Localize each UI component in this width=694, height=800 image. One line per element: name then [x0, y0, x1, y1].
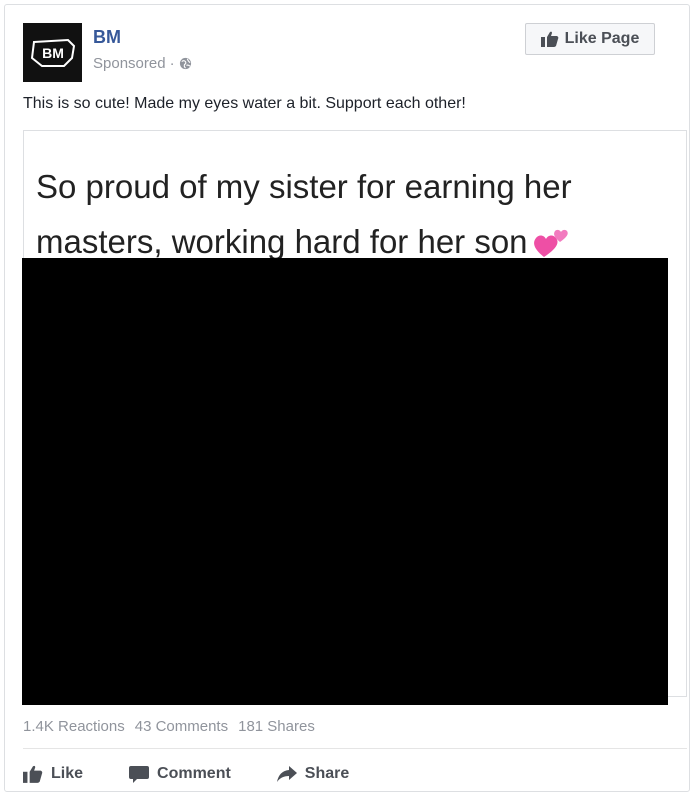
page-avatar[interactable]: BM — [23, 23, 82, 82]
two-hearts-icon — [533, 230, 568, 258]
like-page-label: Like Page — [564, 30, 640, 47]
comment-bubble-icon — [129, 766, 150, 783]
sponsored-line: Sponsored · — [93, 55, 192, 72]
actions-divider — [23, 748, 687, 749]
like-label: Like — [51, 765, 84, 782]
avatar-text: BM — [42, 45, 64, 61]
bm-logo-icon: BM — [30, 38, 75, 67]
comments-count[interactable]: 43 Comments — [135, 718, 228, 735]
engagement-counts: 1.4K Reactions 43 Comments 181 Shares — [23, 718, 315, 735]
thumbs-up-icon — [23, 765, 43, 783]
post-caption: This is so cute! Made my eyes water a bi… — [23, 95, 466, 112]
sponsored-separator: · — [169, 55, 175, 72]
image-text-line-1: So proud of my sister for earning her — [36, 168, 572, 205]
share-button[interactable]: Share — [276, 765, 350, 783]
sponsored-label[interactable]: Sponsored — [93, 55, 166, 72]
page-name-link[interactable]: BM — [93, 27, 121, 48]
share-label: Share — [304, 765, 350, 782]
thumbs-up-icon — [540, 31, 558, 47]
shares-count[interactable]: 181 Shares — [238, 718, 315, 735]
comment-label: Comment — [157, 765, 231, 782]
like-page-button[interactable]: Like Page — [525, 23, 655, 55]
image-text: So proud of my sister for earning her ma… — [36, 159, 676, 269]
post-image-content — [22, 258, 668, 705]
like-button[interactable]: Like — [23, 765, 83, 783]
image-text-line-2-text: masters, working hard for her son — [36, 223, 528, 260]
comment-button[interactable]: Comment — [129, 765, 231, 783]
globe-icon[interactable] — [179, 57, 192, 70]
post-actions-bar: Like Comment Share — [23, 759, 349, 789]
share-arrow-icon — [276, 766, 297, 782]
reactions-count[interactable]: 1.4K Reactions — [23, 718, 125, 735]
